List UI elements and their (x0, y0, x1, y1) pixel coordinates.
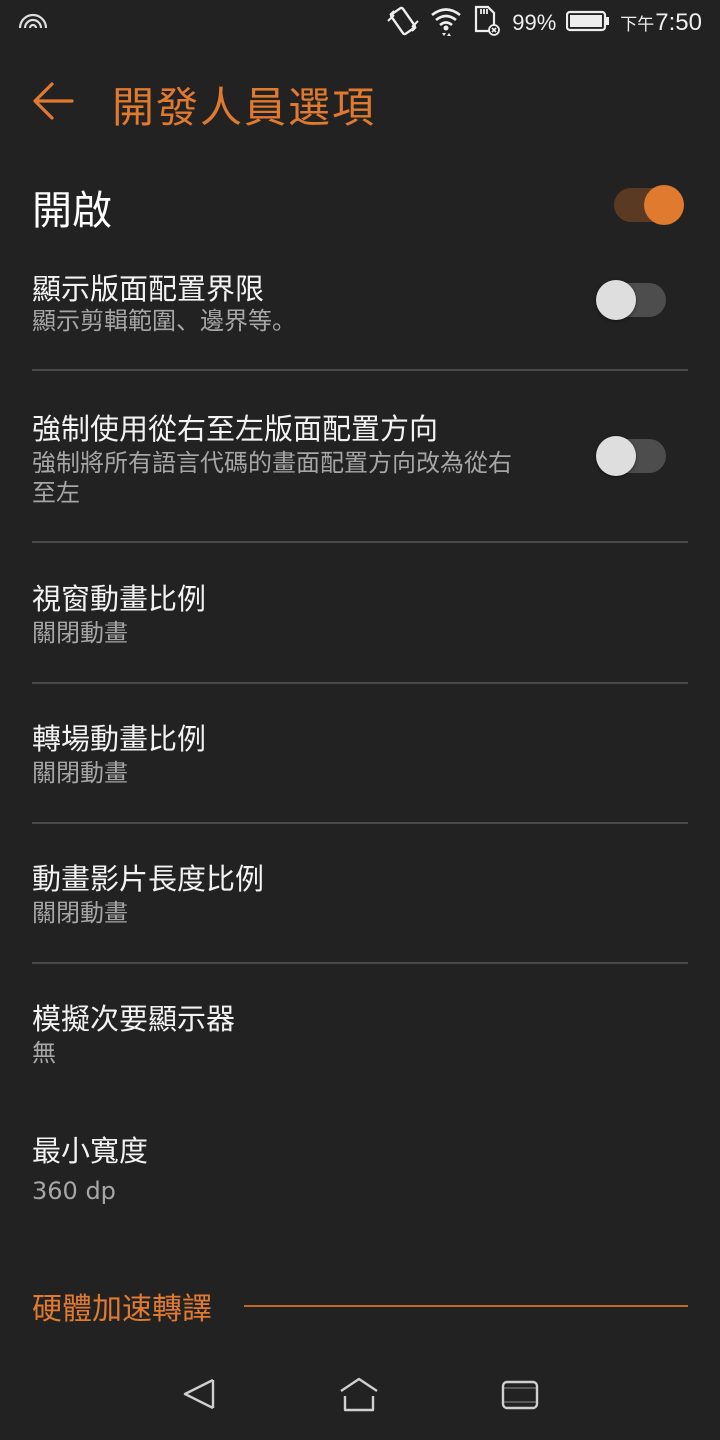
divider (32, 962, 688, 964)
section-header-line (244, 1305, 688, 1307)
nav-recents-icon (490, 1380, 550, 1422)
arrow-back-icon (30, 82, 76, 128)
master-switch-row[interactable]: 開啟 (0, 168, 720, 244)
divider (32, 541, 688, 543)
setting-summary-line2: 至左 (32, 479, 80, 507)
master-switch-thumb (644, 185, 684, 225)
setting-summary: 關閉動畫 (32, 619, 128, 647)
battery-percent: 99% (512, 10, 557, 35)
setting-summary-line1: 強制將所有語言代碼的畫面配置方向改為從右 (32, 449, 512, 477)
hotspot-icon (18, 10, 48, 34)
setting-force-rtl[interactable]: 強制使用從右至左版面配置方向 強制將所有語言代碼的畫面配置方向改為從右 至左 (0, 404, 720, 542)
setting-title: 動畫影片長度比例 (32, 862, 265, 896)
battery-icon (566, 10, 610, 36)
setting-transition-animation-scale[interactable]: 轉場動畫比例 關閉動畫 (0, 716, 720, 824)
section-header-hardware-accelerated-rendering: 硬體加速轉譯 (0, 1284, 720, 1328)
setting-summary: 關閉動畫 (32, 899, 128, 927)
nav-back-icon (170, 1378, 230, 1422)
page-title: 開發人員選項 (112, 83, 377, 132)
status-bar: 99% 下午7:50 (0, 0, 720, 46)
sd-card-icon (472, 5, 502, 41)
clock: 下午7:50 (620, 9, 702, 37)
divider (32, 369, 688, 371)
section-header-label: 硬體加速轉譯 (32, 1292, 212, 1327)
navigation-bar (0, 1360, 720, 1440)
nav-home-icon (330, 1377, 390, 1422)
divider (32, 682, 688, 684)
setting-smallest-width[interactable]: 最小寬度 360 dp (0, 1128, 720, 1228)
setting-title: 視窗動畫比例 (32, 582, 207, 616)
toggle-thumb (596, 280, 636, 320)
master-switch-label: 開啟 (32, 188, 112, 234)
toggle-force-rtl[interactable] (596, 436, 668, 476)
setting-simulate-secondary-display[interactable]: 模擬次要顯示器 無 (0, 996, 720, 1096)
setting-title: 強制使用從右至左版面配置方向 (32, 412, 439, 446)
setting-summary: 無 (32, 1039, 56, 1067)
back-button[interactable] (30, 78, 82, 124)
clock-time: 7:50 (655, 9, 702, 36)
nav-home-button[interactable] (330, 1374, 390, 1418)
toggle-thumb (596, 436, 636, 476)
setting-title: 顯示版面配置界限 (32, 272, 265, 306)
setting-animator-duration-scale[interactable]: 動畫影片長度比例 關閉動畫 (0, 856, 720, 964)
setting-summary: 360 dp (32, 1177, 116, 1205)
vibrate-icon (386, 5, 420, 41)
setting-summary: 關閉動畫 (32, 759, 128, 787)
toggle-show-layout-bounds[interactable] (596, 280, 668, 320)
divider (32, 822, 688, 824)
clock-ampm: 下午 (620, 15, 655, 34)
setting-summary: 顯示剪輯範圍、邊界等。 (32, 307, 296, 335)
setting-show-layout-bounds[interactable]: 顯示版面配置界限 顯示剪輯範圍、邊界等。 (0, 262, 720, 370)
nav-recents-button[interactable] (490, 1374, 550, 1418)
app-bar: 開發人員選項 (0, 60, 720, 146)
setting-title: 最小寬度 (32, 1134, 149, 1168)
master-switch[interactable] (614, 184, 686, 225)
setting-window-animation-scale[interactable]: 視窗動畫比例 關閉動畫 (0, 576, 720, 684)
setting-title: 轉場動畫比例 (32, 722, 207, 756)
wifi-icon (430, 5, 462, 41)
nav-back-button[interactable] (170, 1374, 230, 1418)
setting-title: 模擬次要顯示器 (32, 1002, 236, 1036)
